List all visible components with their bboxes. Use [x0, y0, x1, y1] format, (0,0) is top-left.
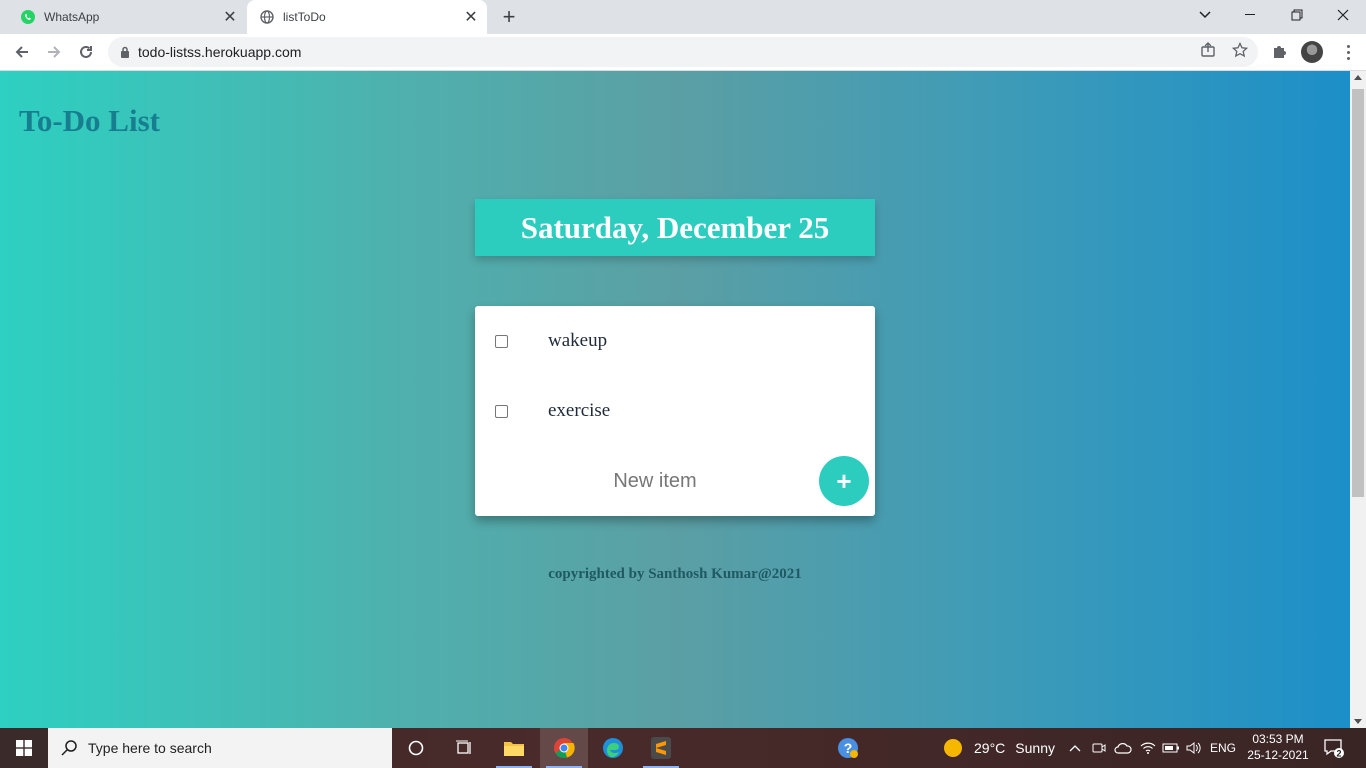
chrome-icon[interactable] — [540, 728, 588, 768]
minimize-button[interactable] — [1228, 0, 1274, 30]
sun-icon — [944, 739, 962, 757]
tab-listtodo[interactable]: listToDo ✕ — [247, 0, 487, 34]
list-item: wakeup — [475, 306, 875, 376]
help-icon[interactable]: ? — [824, 728, 872, 768]
url-text: todo-listss.herokuapp.com — [138, 44, 302, 60]
windows-start-icon[interactable] — [0, 728, 48, 768]
clock-date: 25-12-2021 — [1247, 748, 1309, 762]
scroll-up-arrow-icon[interactable] — [1354, 75, 1362, 80]
add-item-button[interactable]: + — [819, 456, 869, 506]
tab-title: WhatsApp — [44, 10, 100, 24]
weather-temp: 29°C — [974, 740, 1006, 756]
scroll-down-arrow-icon[interactable] — [1354, 719, 1362, 724]
menu-dots-icon[interactable] — [1338, 41, 1358, 63]
tab-whatsapp[interactable]: WhatsApp ✕ — [8, 0, 246, 34]
tab-strip: WhatsApp ✕ listToDo ✕ + — [0, 0, 1366, 34]
date-heading-box: Saturday, December 25 — [475, 199, 875, 256]
new-item-input[interactable] — [495, 461, 815, 501]
file-explorer-icon[interactable] — [490, 728, 538, 768]
taskbar-search-box[interactable]: Type here to search — [48, 728, 392, 768]
clock-time: 03:53 PM — [1252, 732, 1304, 746]
task-view-icon[interactable] — [440, 728, 488, 768]
chevron-up-icon[interactable] — [1066, 728, 1084, 768]
wifi-icon[interactable] — [1138, 728, 1158, 768]
close-icon[interactable]: ✕ — [461, 7, 481, 27]
weather-widget[interactable]: 29°C Sunny — [944, 728, 1055, 768]
forward-arrow-icon[interactable] — [40, 38, 68, 66]
address-bar[interactable]: todo-listss.herokuapp.com — [108, 37, 1258, 67]
item-label: exercise — [548, 400, 611, 421]
notification-count: 2 — [1336, 749, 1341, 759]
whatsapp-icon — [20, 9, 36, 25]
back-arrow-icon[interactable] — [8, 38, 36, 66]
onedrive-icon[interactable] — [1112, 728, 1134, 768]
date-heading: Saturday, December 25 — [520, 209, 830, 245]
scrollbar-thumb[interactable] — [1352, 89, 1364, 497]
system-clock[interactable]: 03:53 PM 25-12-2021 — [1236, 731, 1320, 763]
lock-icon[interactable] — [120, 46, 130, 58]
tab-search-icon[interactable] — [1182, 0, 1228, 30]
globe-icon — [259, 9, 275, 25]
restore-button[interactable] — [1274, 0, 1320, 30]
search-icon — [60, 739, 78, 757]
reload-icon[interactable] — [72, 38, 100, 66]
browser-toolbar: todo-listss.herokuapp.com — [0, 34, 1366, 71]
bookmark-star-icon[interactable] — [1231, 41, 1249, 59]
search-placeholder: Type here to search — [88, 740, 212, 756]
tab-title: listToDo — [283, 10, 326, 24]
item-checkbox[interactable] — [495, 404, 508, 418]
page-scrollbar[interactable] — [1350, 71, 1366, 728]
item-label: wakeup — [548, 330, 608, 351]
sublime-text-icon[interactable] — [637, 728, 685, 768]
footer-copyright: copyrighted by Santhosh Kumar@2021 — [548, 566, 802, 582]
battery-icon[interactable] — [1160, 728, 1182, 768]
page-title: To-Do List — [19, 103, 160, 138]
extensions-puzzle-icon[interactable] — [1266, 39, 1292, 65]
new-tab-button[interactable]: + — [497, 4, 521, 29]
language-indicator[interactable]: ENG — [1206, 728, 1240, 768]
edge-icon[interactable] — [589, 728, 637, 768]
meet-now-icon[interactable] — [1089, 728, 1109, 768]
cortana-icon[interactable] — [392, 728, 440, 768]
share-icon[interactable] — [1199, 41, 1217, 59]
list-item: exercise — [475, 376, 875, 446]
close-window-button[interactable] — [1320, 0, 1366, 30]
weather-desc: Sunny — [1015, 740, 1055, 756]
taskbar: Type here to search ? 29°C Sunny ENG 03:… — [0, 728, 1366, 768]
page-viewport: To-Do List Saturday, December 25 wakeup … — [0, 71, 1350, 728]
close-icon[interactable]: ✕ — [220, 7, 240, 27]
notification-center-icon[interactable]: 2 — [1322, 736, 1346, 760]
volume-icon[interactable] — [1184, 728, 1204, 768]
profile-avatar[interactable] — [1301, 41, 1323, 63]
item-checkbox[interactable] — [495, 334, 508, 348]
todo-list: wakeup exercise + — [475, 306, 875, 516]
